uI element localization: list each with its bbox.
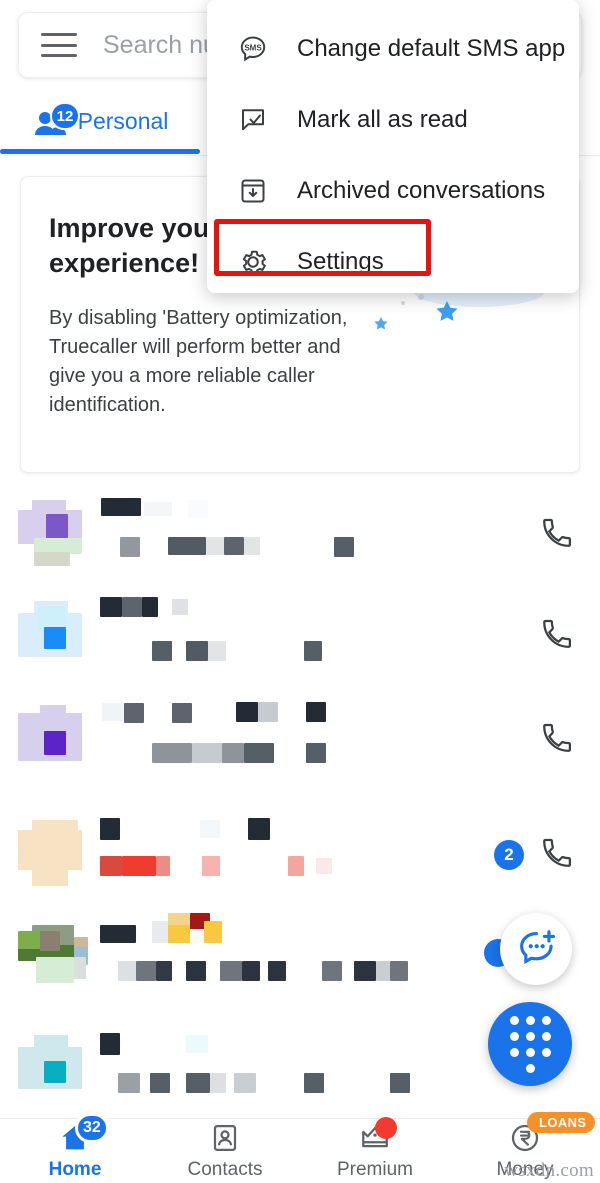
tab-label-personal: Personal (77, 107, 169, 134)
avatar (18, 601, 82, 665)
avatar (18, 500, 82, 566)
nav-item-premium[interactable]: Premium (300, 1117, 450, 1183)
dismiss-button[interactable]: DISMISS (206, 470, 295, 472)
menu-item-mark-all-as-read[interactable]: Mark all as read (207, 84, 579, 155)
people-icon: 12 (32, 102, 81, 136)
nav-item-home[interactable]: 32 Home (0, 1113, 150, 1183)
avatar (18, 1035, 82, 1099)
home-icon-wrap: 32 (53, 1113, 109, 1155)
menu-label-mark-all-as-read: Mark all as read (297, 105, 468, 133)
nav-label-premium: Premium (336, 1159, 413, 1180)
svg-text:SMS: SMS (244, 43, 262, 52)
conversation-row[interactable] (0, 693, 600, 793)
dialpad-fab[interactable] (488, 1002, 572, 1086)
conversation-row[interactable]: 2 (0, 808, 600, 908)
menu-item-settings[interactable]: Settings (207, 226, 579, 293)
continue-button[interactable]: CONTINUE (49, 470, 162, 472)
truecaller-messages-screen: 12 Personal Improve your experience! By … (0, 0, 600, 1183)
promo-body: By disabling 'Battery optimization, True… (49, 307, 348, 416)
conversation-row[interactable] (0, 589, 600, 689)
tab-active-indicator (0, 149, 200, 154)
phone-icon[interactable] (540, 617, 574, 651)
promo-actions: CONTINUE DISMISS (49, 470, 295, 472)
nav-badge-premium (375, 1117, 397, 1139)
menu-label-change-default-sms-app: Change default SMS app (297, 34, 566, 62)
contacts-icon-wrap (203, 1121, 247, 1155)
avatar (18, 925, 88, 989)
nav-badge-money: LOANS (527, 1112, 595, 1133)
unread-badge: 2 (494, 840, 524, 870)
menu-label-settings: Settings (297, 247, 384, 275)
tab-badge-personal: 12 (49, 102, 81, 130)
menu-item-archived-conversations[interactable]: Archived conversations (207, 155, 579, 226)
phone-icon[interactable] (540, 721, 574, 755)
money-icon-wrap: LOANS (503, 1112, 595, 1155)
overflow-menu: SMS Change default SMS app Mark all as r… (207, 0, 579, 293)
mark-read-icon (231, 105, 275, 135)
watermark: wsxdn.com (504, 1160, 594, 1181)
menu-item-change-default-sms-app[interactable]: SMS Change default SMS app (207, 13, 579, 84)
sms-bubble-icon: SMS (231, 33, 275, 65)
nav-label-contacts: Contacts (187, 1159, 263, 1180)
menu-label-archived-conversations: Archived conversations (297, 176, 546, 204)
new-message-fab[interactable] (500, 913, 572, 985)
nav-label-home: Home (48, 1159, 102, 1180)
nav-item-contacts[interactable]: Contacts (150, 1119, 300, 1183)
avatar (18, 820, 82, 886)
dialpad-icon (509, 1015, 551, 1073)
contacts-icon (213, 1125, 237, 1151)
message-plus-icon (520, 930, 556, 965)
gear-icon (231, 247, 275, 277)
avatar (18, 705, 82, 769)
hamburger-icon[interactable] (41, 33, 77, 57)
tab-personal[interactable]: 12 Personal (0, 92, 200, 150)
archive-icon (231, 176, 275, 206)
phone-icon[interactable] (540, 516, 574, 550)
nav-badge-home: 32 (75, 1113, 109, 1143)
conversation-row[interactable] (0, 488, 600, 588)
premium-icon-wrap (353, 1117, 397, 1155)
phone-icon[interactable] (540, 836, 574, 870)
